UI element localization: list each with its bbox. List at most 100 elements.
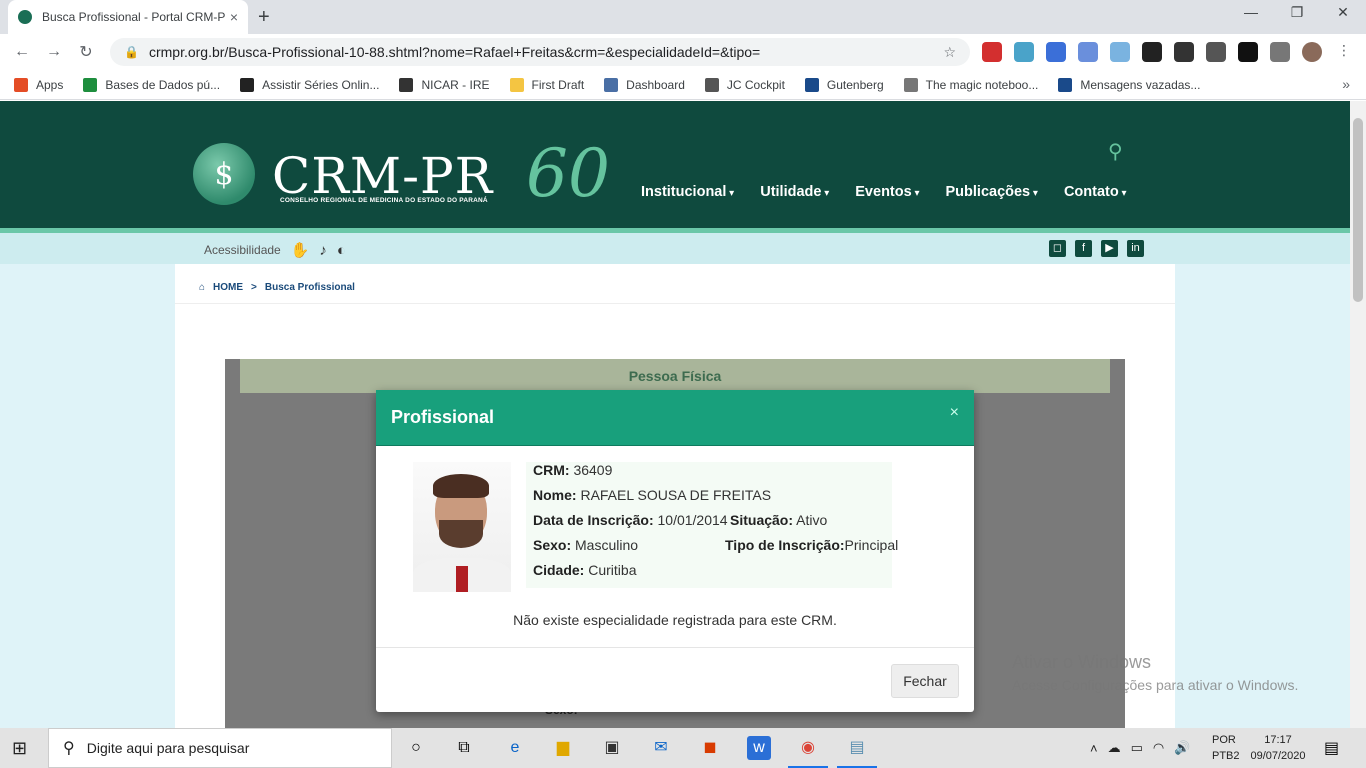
- cortana-icon[interactable]: ○: [404, 736, 428, 760]
- extension-icon[interactable]: [1014, 42, 1034, 62]
- windows-activation-watermark: Ativar o Windows Acesse Configurações pa…: [1012, 652, 1298, 693]
- linkedin-icon[interactable]: in: [1127, 240, 1144, 257]
- wifi-icon[interactable]: ◠: [1153, 740, 1164, 756]
- facebook-icon[interactable]: f: [1075, 240, 1092, 257]
- bookmark-item[interactable]: The magic noteboo...: [903, 77, 1039, 92]
- sign-language-icon[interactable]: ✋: [291, 241, 310, 259]
- menu-kebab-icon[interactable]: ⋮: [1334, 42, 1354, 62]
- bookmark-favicon-icon: [1058, 77, 1073, 92]
- watermark-subtitle: Acesse Configurações para ativar o Windo…: [1012, 677, 1299, 693]
- bookmark-label: The magic noteboo...: [925, 77, 1039, 92]
- home-icon[interactable]: ⌂: [199, 282, 205, 293]
- contrast-icon[interactable]: ◐: [337, 242, 346, 259]
- crm-seal-logo[interactable]: $: [193, 143, 255, 205]
- crm-label: CRM:: [533, 462, 570, 478]
- tab-title: Busca Profissional - Portal CRM-P: [42, 10, 226, 24]
- nav-contato[interactable]: Contato: [1064, 184, 1127, 200]
- modal-title: Profissional: [391, 407, 495, 427]
- bookmark-label: Gutenberg: [826, 77, 884, 92]
- breadcrumb-home[interactable]: HOME: [213, 282, 243, 293]
- sexo-row: Sexo: Masculino: [533, 537, 638, 553]
- reload-icon[interactable]: ↻: [70, 42, 102, 62]
- url-text[interactable]: crmpr.org.br/Busca-Profissional-10-88.sh…: [149, 44, 760, 60]
- extension-icon[interactable]: [1142, 42, 1162, 62]
- battery-icon[interactable]: ▭: [1131, 740, 1143, 756]
- start-icon[interactable]: ⊞: [12, 738, 27, 759]
- extensions-puzzle-icon[interactable]: [1270, 42, 1290, 62]
- chrome-icon[interactable]: ◉: [788, 736, 828, 768]
- bookmark-label: First Draft: [531, 77, 585, 92]
- input-language[interactable]: POR PTB2: [1212, 732, 1240, 764]
- taskbar-search[interactable]: ⚲ Digite aqui para pesquisar: [48, 728, 392, 768]
- extension-icon[interactable]: [1174, 42, 1194, 62]
- bookmark-label: Mensagens vazadas...: [1080, 77, 1201, 92]
- bookmark-item[interactable]: Dashboard: [604, 77, 685, 92]
- store-icon[interactable]: ▣: [600, 736, 624, 760]
- accessibility-label: Acessibilidade: [204, 243, 281, 257]
- nav-publicacoes[interactable]: Publicações: [946, 184, 1038, 200]
- bookmark-favicon-icon: [804, 77, 819, 92]
- nav-eventos[interactable]: Eventos: [855, 184, 919, 200]
- new-tab-button[interactable]: +: [258, 6, 270, 29]
- language-code: POR: [1212, 734, 1236, 746]
- extension-icon[interactable]: [982, 42, 1002, 62]
- bookmark-item[interactable]: First Draft: [509, 77, 585, 92]
- edge-icon[interactable]: e: [503, 736, 527, 760]
- back-icon[interactable]: ←: [6, 43, 38, 61]
- bookmark-label: Bases de Dados pú...: [105, 77, 221, 92]
- bookmark-favicon-icon: [509, 77, 524, 92]
- window-close-icon[interactable]: ✕: [1320, 4, 1366, 21]
- social-links: ◻ f ▶ in: [1040, 240, 1144, 257]
- word-icon[interactable]: w: [747, 736, 771, 760]
- bookmarks-overflow-icon[interactable]: »: [1342, 76, 1350, 92]
- forward-icon[interactable]: →: [38, 43, 70, 61]
- onedrive-icon[interactable]: ☁: [1108, 740, 1121, 756]
- doctor-info-panel: CRM: 36409 Nome: RAFAEL SOUSA DE FREITAS…: [526, 462, 898, 588]
- audio-icon[interactable]: ♪: [319, 242, 327, 259]
- system-clock[interactable]: 17:17 09/07/2020: [1248, 732, 1308, 764]
- restore-icon[interactable]: ❐: [1274, 4, 1320, 21]
- tab-close-icon[interactable]: ×: [230, 9, 238, 25]
- bookmark-favicon-icon: [83, 77, 98, 92]
- nav-utilidade[interactable]: Utilidade: [760, 184, 829, 200]
- extension-icon[interactable]: [1206, 42, 1226, 62]
- extension-icon[interactable]: [1046, 42, 1066, 62]
- show-hidden-icons-icon[interactable]: ˄: [1090, 741, 1098, 756]
- nav-institucional[interactable]: Institucional: [641, 184, 734, 200]
- fechar-button[interactable]: Fechar: [891, 664, 959, 698]
- extension-icon[interactable]: [1110, 42, 1130, 62]
- modal-header: Profissional ×: [376, 390, 974, 446]
- bookmark-item[interactable]: Gutenberg: [804, 77, 884, 92]
- bookmark-item[interactable]: JC Cockpit: [704, 77, 785, 92]
- file-explorer-icon[interactable]: ▆: [551, 736, 575, 760]
- minimize-icon[interactable]: —: [1228, 4, 1274, 20]
- browser-tab[interactable]: Busca Profissional - Portal CRM-P ×: [8, 0, 248, 34]
- bookmark-item[interactable]: NICAR - IRE: [399, 77, 490, 92]
- instagram-icon[interactable]: ◻: [1049, 240, 1066, 257]
- bookmark-item[interactable]: Assistir Séries Onlin...: [240, 77, 379, 92]
- notifications-icon[interactable]: ▤: [1324, 738, 1339, 758]
- site-search-icon[interactable]: ⚲: [1108, 139, 1123, 164]
- translate-extension-icon[interactable]: [1078, 42, 1098, 62]
- youtube-icon[interactable]: ▶: [1101, 240, 1118, 257]
- profile-avatar[interactable]: [1302, 42, 1322, 62]
- scrollbar-thumb[interactable]: [1353, 118, 1363, 302]
- bookmark-star-icon[interactable]: ☆: [943, 44, 956, 61]
- bookmark-item[interactable]: Apps: [14, 77, 63, 92]
- pessoa-fisica-header: Pessoa Física: [240, 359, 1110, 393]
- bookmark-item[interactable]: Mensagens vazadas...: [1058, 77, 1201, 92]
- sexo-label: Sexo:: [533, 537, 572, 553]
- taskbar-search-placeholder: Digite aqui para pesquisar: [86, 740, 250, 756]
- crm-logo-subtitle: CONSELHO REGIONAL DE MEDICINA DO ESTADO …: [280, 197, 488, 204]
- task-view-icon[interactable]: ⧉: [452, 736, 476, 760]
- office-icon[interactable]: ◼: [698, 736, 722, 760]
- windows-taskbar: ⊞ ⚲ Digite aqui para pesquisar ○ ⧉ e ▆ ▣…: [0, 728, 1366, 768]
- volume-icon[interactable]: 🔊: [1174, 740, 1190, 756]
- address-bar[interactable]: 🔒 crmpr.org.br/Busca-Profissional-10-88.…: [110, 38, 970, 66]
- mail-icon[interactable]: ✉: [649, 736, 673, 760]
- bookmark-item[interactable]: Bases de Dados pú...: [83, 77, 221, 92]
- bookmark-favicon-icon: [399, 77, 414, 92]
- notepad-icon[interactable]: ▤: [837, 736, 877, 768]
- extension-icon[interactable]: [1238, 42, 1258, 62]
- modal-close-icon[interactable]: ×: [950, 404, 959, 422]
